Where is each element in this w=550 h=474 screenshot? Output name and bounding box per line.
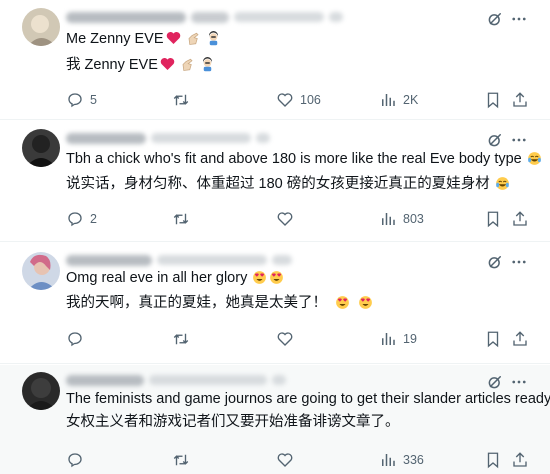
post-text-line: Omg real eve in all her glory: [66, 269, 284, 288]
heart-eyes-emoji-icon: [253, 271, 267, 284]
grok-icon[interactable]: [486, 253, 504, 271]
reply-button[interactable]: 2: [66, 209, 97, 229]
reply-button[interactable]: 5: [66, 90, 97, 110]
reply-icon: [68, 93, 82, 108]
heart-eyes-emoji-icon: [270, 271, 284, 284]
heart-eyes-emoji-icon: [359, 296, 372, 309]
like-icon: [277, 93, 293, 107]
repost-button[interactable]: [172, 329, 196, 349]
more-icon[interactable]: [510, 131, 528, 149]
user-handle[interactable]: [234, 12, 324, 22]
reply-post-2[interactable]: Tbh a chick who's fit and above 180 is m…: [0, 121, 550, 242]
views-icon: [382, 454, 395, 466]
like-button[interactable]: [276, 329, 300, 349]
reply-icon: [68, 212, 82, 227]
hand-emoji-icon: [188, 32, 199, 45]
grok-icon[interactable]: [486, 10, 504, 28]
more-icon[interactable]: [510, 253, 528, 271]
repost-icon: [173, 333, 189, 345]
person-emoji-icon: [202, 57, 212, 72]
reply-post-3[interactable]: Omg real eve in all her glory 我的天啊，真正的夏娃…: [0, 243, 550, 364]
display-name[interactable]: [66, 11, 186, 23]
repost-icon: [173, 213, 189, 225]
repost-icon: [173, 94, 189, 106]
avatar[interactable]: [22, 252, 60, 290]
display-name[interactable]: [66, 254, 152, 266]
like-icon: [277, 332, 293, 346]
bookmark-icon[interactable]: [484, 210, 502, 228]
views-button[interactable]: 2K: [379, 90, 418, 110]
display-name[interactable]: [66, 374, 144, 386]
reply-post-4[interactable]: The feminists and game journos are going…: [0, 365, 550, 474]
post-header: [66, 372, 286, 388]
action-bar: 19: [0, 329, 550, 349]
post-time[interactable]: [256, 133, 270, 143]
views-button[interactable]: 19: [379, 329, 417, 349]
display-name[interactable]: [66, 132, 146, 144]
share-icon[interactable]: [511, 451, 529, 469]
avatar[interactable]: [22, 129, 60, 167]
like-icon: [277, 453, 293, 467]
bookmark-icon[interactable]: [484, 451, 502, 469]
post-translation-line: 说实话，身材匀称、体重超过 180 磅的女孩更接近真正的夏娃身材我 Zenny …: [66, 56, 215, 75]
grok-icon[interactable]: [486, 131, 504, 149]
red-heart-emoji-icon: [166, 32, 180, 44]
like-button[interactable]: 106: [276, 90, 321, 110]
heart-eyes-emoji-icon: [336, 296, 349, 309]
grok-icon[interactable]: [486, 373, 504, 391]
like-button[interactable]: [276, 450, 300, 470]
action-bar: 5 106 2K: [0, 90, 550, 110]
like-button[interactable]: [276, 209, 300, 229]
user-handle[interactable]: [151, 133, 251, 143]
share-icon[interactable]: [511, 210, 529, 228]
post-translation-line: 女权主义者和游戏记者们又要开始准备诽谤文章了。: [66, 414, 400, 430]
post-header: [66, 130, 270, 146]
post-text-line: Tbh a chick who's fit and above 180 is m…: [66, 150, 542, 169]
reply-post-1[interactable]: Me Zenny EVE 说实话，身材匀称、体重超过 180 磅的女孩更接近真正…: [0, 0, 550, 120]
views-button[interactable]: 336: [379, 450, 424, 470]
post-time[interactable]: [272, 375, 286, 385]
post-time[interactable]: [329, 12, 343, 22]
reply-button[interactable]: [66, 450, 90, 470]
views-icon: [382, 333, 395, 345]
post-text-line: The feminists and game journos are going…: [66, 391, 550, 407]
action-bar: 336: [0, 450, 550, 470]
more-icon[interactable]: [510, 373, 528, 391]
like-icon: [277, 212, 293, 226]
repost-button[interactable]: [172, 90, 196, 110]
views-icon: [382, 94, 395, 106]
avatar[interactable]: [22, 372, 60, 410]
action-bar: 2 803: [0, 209, 550, 229]
avatar[interactable]: [22, 8, 60, 46]
post-header: [66, 9, 343, 25]
red-heart-emoji-icon: [160, 58, 175, 70]
post-translation-line: 我的天啊，真正的夏娃，她真是太美了！: [66, 294, 373, 313]
post-text-line: Me Zenny EVE: [66, 30, 221, 49]
post-header: [66, 252, 292, 268]
views-icon: [382, 213, 395, 225]
person-emoji-icon: [208, 31, 218, 46]
views-button[interactable]: 803: [379, 209, 424, 229]
user-handle[interactable]: [149, 375, 267, 385]
repost-icon: [173, 454, 189, 466]
share-icon[interactable]: [511, 91, 529, 109]
reply-icon: [68, 332, 82, 347]
reply-icon: [68, 453, 82, 468]
reply-feed: Me Zenny EVE 说实话，身材匀称、体重超过 180 磅的女孩更接近真正…: [0, 0, 550, 474]
user-handle[interactable]: [157, 255, 267, 265]
repost-button[interactable]: [172, 209, 196, 229]
bookmark-icon[interactable]: [484, 330, 502, 348]
more-icon[interactable]: [510, 10, 528, 28]
repost-button[interactable]: [172, 450, 196, 470]
tears-of-joy-emoji-icon: [527, 152, 541, 165]
tears-of-joy-emoji-icon: [495, 177, 509, 190]
reply-button[interactable]: [66, 329, 90, 349]
hand-emoji-icon: [182, 58, 193, 71]
share-icon[interactable]: [511, 330, 529, 348]
post-translation-line: 说实话，身材匀称、体重超过 180 磅的女孩更接近真正的夏娃身材: [66, 175, 510, 194]
bookmark-icon[interactable]: [484, 91, 502, 109]
post-time[interactable]: [272, 255, 292, 265]
